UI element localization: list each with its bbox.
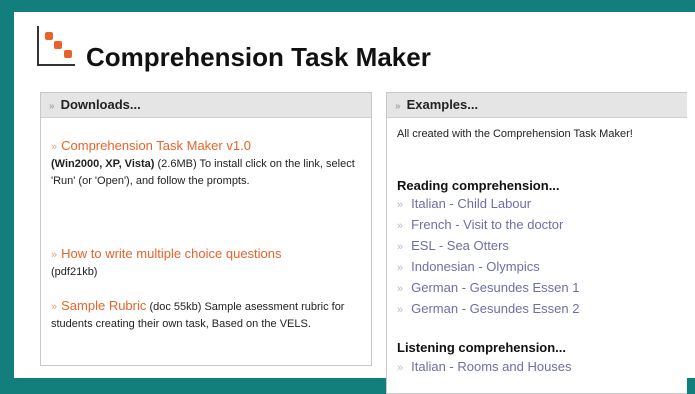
downloads-heading: Downloads... — [60, 97, 141, 112]
example-link[interactable]: » Italian - Child Labour — [397, 194, 579, 215]
dots-logo-icon — [37, 26, 77, 68]
example-link[interactable]: » German - Gesundes Essen 2 — [397, 299, 579, 320]
example-link[interactable]: » German - Gesundes Essen 1 — [397, 278, 579, 299]
download-ctm-link[interactable]: Comprehension Task Maker v1.0 — [61, 138, 251, 153]
double-chevron-right-icon: » — [397, 304, 404, 316]
examples-header: » Examples... — [387, 93, 687, 118]
platform-text: (Win2000, XP, Vista) — [51, 158, 155, 170]
listening-list: » Italian - Rooms and Houses — [397, 357, 572, 378]
example-link[interactable]: » French - Visit to the doctor — [397, 215, 579, 236]
example-link[interactable]: » ESL - Sea Otters — [397, 236, 579, 257]
example-link[interactable]: » Indonesian - Olympics — [397, 257, 579, 278]
download-item: » How to write multiple choice questions … — [51, 245, 356, 281]
double-chevron-right-icon: » — [49, 101, 55, 112]
double-chevron-right-icon: » — [397, 262, 404, 274]
downloads-header: » Downloads... — [41, 93, 371, 118]
download-item: » Comprehension Task Maker v1.0 (Win2000,… — [51, 137, 356, 190]
listening-heading: Listening comprehension... — [397, 340, 567, 355]
double-chevron-right-icon: » — [397, 283, 404, 295]
page-title: Comprehension Task Maker — [86, 42, 431, 72]
examples-heading: Examples... — [406, 97, 479, 112]
reading-heading: Reading comprehension... — [397, 178, 560, 193]
double-chevron-right-icon: » — [397, 199, 404, 211]
double-chevron-right-icon: » — [51, 249, 58, 261]
page: Comprehension Task Maker » Downloads... »… — [14, 12, 695, 394]
download-item: » Sample Rubric (doc 55kb) Sample asessme… — [51, 297, 356, 333]
double-chevron-right-icon: » — [397, 241, 404, 253]
double-chevron-right-icon: » — [395, 101, 401, 112]
example-link[interactable]: » Italian - Rooms and Houses — [397, 357, 572, 378]
download-desc: (pdf21kb) — [51, 266, 98, 278]
examples-panel: » Examples... All created with the Compre… — [386, 92, 687, 394]
double-chevron-right-icon: » — [51, 141, 58, 153]
double-chevron-right-icon: » — [397, 220, 404, 232]
reading-list: » Italian - Child Labour » French - Visit … — [397, 194, 579, 320]
download-mcq-guide-link[interactable]: How to write multiple choice questions — [61, 246, 281, 261]
downloads-panel: » Downloads... » Comprehension Task Maker … — [40, 92, 372, 366]
download-rubric-link[interactable]: Sample Rubric — [61, 298, 146, 313]
double-chevron-right-icon: » — [397, 362, 404, 374]
examples-intro: All created with the Comprehension Task … — [397, 128, 633, 140]
double-chevron-right-icon: » — [51, 301, 58, 313]
